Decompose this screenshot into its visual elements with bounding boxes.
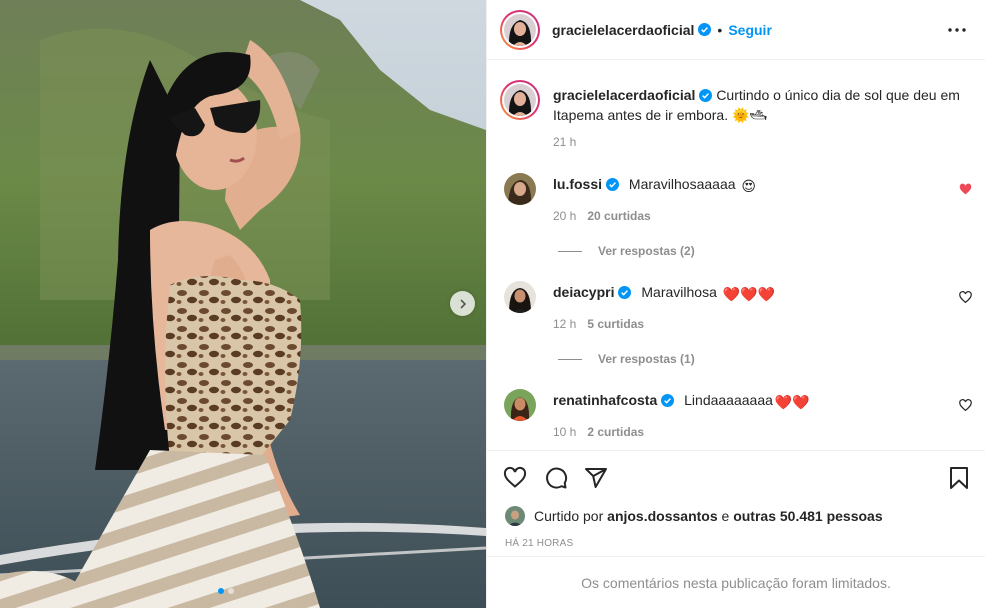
comment-meta: 12 h 5 curtidas	[553, 317, 644, 331]
post-actions	[487, 450, 985, 502]
author-avatar[interactable]	[500, 9, 540, 50]
verified-badge-icon	[606, 178, 620, 191]
liker-avatar-image	[505, 506, 525, 526]
next-photo-button[interactable]	[450, 291, 475, 316]
comment-likes-count[interactable]: 2 curtidas	[587, 425, 644, 439]
post-image	[0, 0, 486, 608]
carousel-dot-active	[218, 588, 224, 594]
view-replies-label[interactable]: Ver respostas (2)	[598, 244, 695, 258]
commenter-avatar[interactable]	[504, 173, 536, 205]
comment-emoji: ❤️❤️	[774, 394, 810, 410]
comment-text: Maravilhosa	[641, 284, 717, 300]
commenter-username[interactable]: deiacypri	[553, 284, 614, 300]
verified-badge-icon	[698, 23, 712, 36]
bookmark-icon[interactable]	[947, 466, 971, 490]
caption-timestamp[interactable]: 21 h	[553, 135, 576, 149]
comments-limited-text: Os comentários nesta publicação foram li…	[581, 574, 891, 591]
comment-item: renatinhafcosta Lindaaaaaaaa ❤️❤️ 10 h 2 …	[487, 376, 985, 450]
author-avatar-image	[504, 13, 536, 46]
verified-badge-icon	[618, 286, 632, 299]
commenter-avatar-image	[504, 173, 536, 205]
view-replies-label[interactable]: Ver respostas (1)	[598, 352, 695, 366]
comment-icon[interactable]	[544, 466, 568, 490]
comment-item: deiacypri Maravilhosa ❤️❤️❤️ 12 h 5 curt…	[487, 268, 985, 378]
likes-connector: e	[721, 508, 730, 524]
verified-badge-icon	[661, 394, 675, 407]
separator-dot: •	[717, 21, 723, 38]
commenter-avatar-image	[504, 389, 536, 421]
heart-outline-icon[interactable]	[959, 291, 972, 304]
replies-divider	[558, 358, 582, 360]
view-replies-button[interactable]: Ver respostas (2)	[558, 244, 695, 258]
post-photo[interactable]	[0, 0, 486, 608]
liker-avatar[interactable]	[505, 506, 525, 526]
author-username[interactable]: gracielelacerdaoficial	[552, 22, 694, 38]
commenter-username[interactable]: lu.fossi	[553, 176, 602, 192]
view-replies-button[interactable]: Ver respostas (1)	[558, 352, 695, 366]
heart-outline-icon[interactable]	[959, 399, 972, 412]
likes-summary: Curtido por anjos.dossantos e outras 50.…	[505, 506, 883, 526]
post-header: gracielelacerdaoficial • Seguir	[487, 0, 985, 60]
comment-text: Lindaaaaaaaa	[684, 392, 773, 408]
instagram-post-view: gracielelacerdaoficial • Seguir graciele…	[0, 0, 985, 608]
comment-meta: 20 h 20 curtidas	[553, 209, 651, 223]
likes-others-count[interactable]: outras 50.481 pessoas	[733, 508, 882, 524]
caption-author-avatar[interactable]	[500, 80, 540, 120]
carousel-indicator	[218, 588, 234, 594]
comment-emoji: 😍	[741, 178, 757, 194]
chevron-right-icon	[459, 298, 466, 309]
comment-timestamp[interactable]: 20 h	[553, 209, 576, 223]
replies-divider	[558, 250, 582, 252]
verified-badge-icon	[699, 89, 713, 102]
commenter-avatar[interactable]	[504, 281, 536, 313]
follow-button[interactable]: Seguir	[728, 22, 772, 38]
comment-timestamp[interactable]: 12 h	[553, 317, 576, 331]
heart-icon[interactable]	[959, 183, 972, 196]
more-options-icon	[948, 28, 966, 32]
more-options-button[interactable]	[947, 20, 967, 40]
share-icon[interactable]	[584, 466, 608, 490]
commenter-avatar-image	[504, 281, 536, 313]
caption: gracielelacerdaoficial Curtindo o único …	[487, 60, 985, 160]
comment-text: Maravilhosaaaaa	[628, 176, 736, 192]
comment-timestamp[interactable]: 10 h	[553, 425, 576, 439]
commenter-username[interactable]: renatinhafcosta	[553, 392, 657, 408]
caption-text: gracielelacerdaoficial Curtindo o único …	[553, 85, 963, 125]
comment-likes-count[interactable]: 20 curtidas	[587, 209, 650, 223]
comment-item: lu.fossi Maravilhosaaaaa 😍 20 h 20 curti…	[487, 160, 985, 270]
carousel-dot	[228, 588, 234, 594]
commenter-avatar[interactable]	[504, 389, 536, 421]
likes-prefix: Curtido por	[534, 508, 604, 524]
heart-icon[interactable]	[503, 466, 527, 490]
comments-list[interactable]: gracielelacerdaoficial Curtindo o único …	[487, 60, 985, 450]
comment-line: renatinhafcosta Lindaaaaaaaa ❤️❤️	[553, 391, 810, 411]
comment-line: lu.fossi Maravilhosaaaaa 😍	[553, 175, 756, 195]
post-timestamp[interactable]: HÁ 21 HORAS	[505, 538, 573, 549]
comment-line: deiacypri Maravilhosa ❤️❤️❤️	[553, 283, 775, 303]
caption-avatar-image	[504, 84, 536, 116]
comments-limited-notice: Os comentários nesta publicação foram li…	[487, 556, 985, 608]
comment-emoji: ❤️❤️❤️	[722, 286, 776, 302]
comment-meta: 10 h 2 curtidas	[553, 425, 644, 439]
post-sidebar: gracielelacerdaoficial • Seguir graciele…	[486, 0, 985, 608]
caption-username[interactable]: gracielelacerdaoficial	[553, 87, 695, 103]
comment-likes-count[interactable]: 5 curtidas	[587, 317, 644, 331]
liker-username[interactable]: anjos.dossantos	[607, 508, 717, 524]
